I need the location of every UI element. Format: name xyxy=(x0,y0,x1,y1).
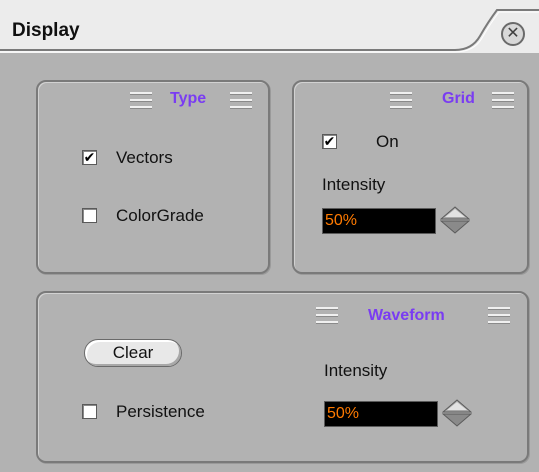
grid-panel: Grid ✔ On Intensity 50% xyxy=(292,80,529,274)
grid-intensity-spinner[interactable] xyxy=(440,206,470,234)
panel-menu-right-icon xyxy=(488,307,510,328)
checkmark-icon: ✔ xyxy=(323,133,336,149)
close-button[interactable]: ✕ xyxy=(501,22,525,46)
panel-menu-left-icon xyxy=(130,92,152,113)
waveform-panel-title: Waveform xyxy=(368,307,445,324)
display-window: Display ✕ Type ✔ Vectors ColorGrade Grid… xyxy=(0,0,539,472)
colorgrade-label: ColorGrade xyxy=(116,206,204,225)
checkmark-icon: ✔ xyxy=(83,149,96,165)
persistence-label: Persistence xyxy=(116,402,205,421)
type-panel: Type ✔ Vectors ColorGrade xyxy=(36,80,270,274)
grid-intensity-field[interactable]: 50% xyxy=(322,208,436,234)
clear-button[interactable]: Clear xyxy=(84,339,182,367)
waveform-intensity-label: Intensity xyxy=(324,361,388,380)
title-bar: Display ✕ xyxy=(0,0,539,56)
colorgrade-checkbox[interactable] xyxy=(82,208,97,223)
grid-on-label: On xyxy=(376,132,399,151)
title-tab-shape xyxy=(0,9,539,56)
persistence-checkbox[interactable] xyxy=(82,404,97,419)
close-icon: ✕ xyxy=(506,25,520,42)
type-panel-title: Type xyxy=(170,90,207,107)
panel-menu-right-icon xyxy=(230,92,252,113)
grid-intensity-label: Intensity xyxy=(322,175,386,194)
grid-on-checkbox[interactable]: ✔ xyxy=(322,134,337,149)
waveform-intensity-field[interactable]: 50% xyxy=(324,401,438,427)
vectors-checkbox[interactable]: ✔ xyxy=(82,150,97,165)
waveform-panel: Waveform Clear Persistence Intensity 50% xyxy=(36,291,529,463)
window-title: Display xyxy=(12,20,80,41)
panel-menu-left-icon xyxy=(316,307,338,328)
grid-panel-title: Grid xyxy=(442,90,475,107)
panel-menu-left-icon xyxy=(390,92,412,113)
panel-menu-right-icon xyxy=(492,92,514,113)
waveform-intensity-spinner[interactable] xyxy=(442,399,472,427)
vectors-label: Vectors xyxy=(116,148,173,167)
